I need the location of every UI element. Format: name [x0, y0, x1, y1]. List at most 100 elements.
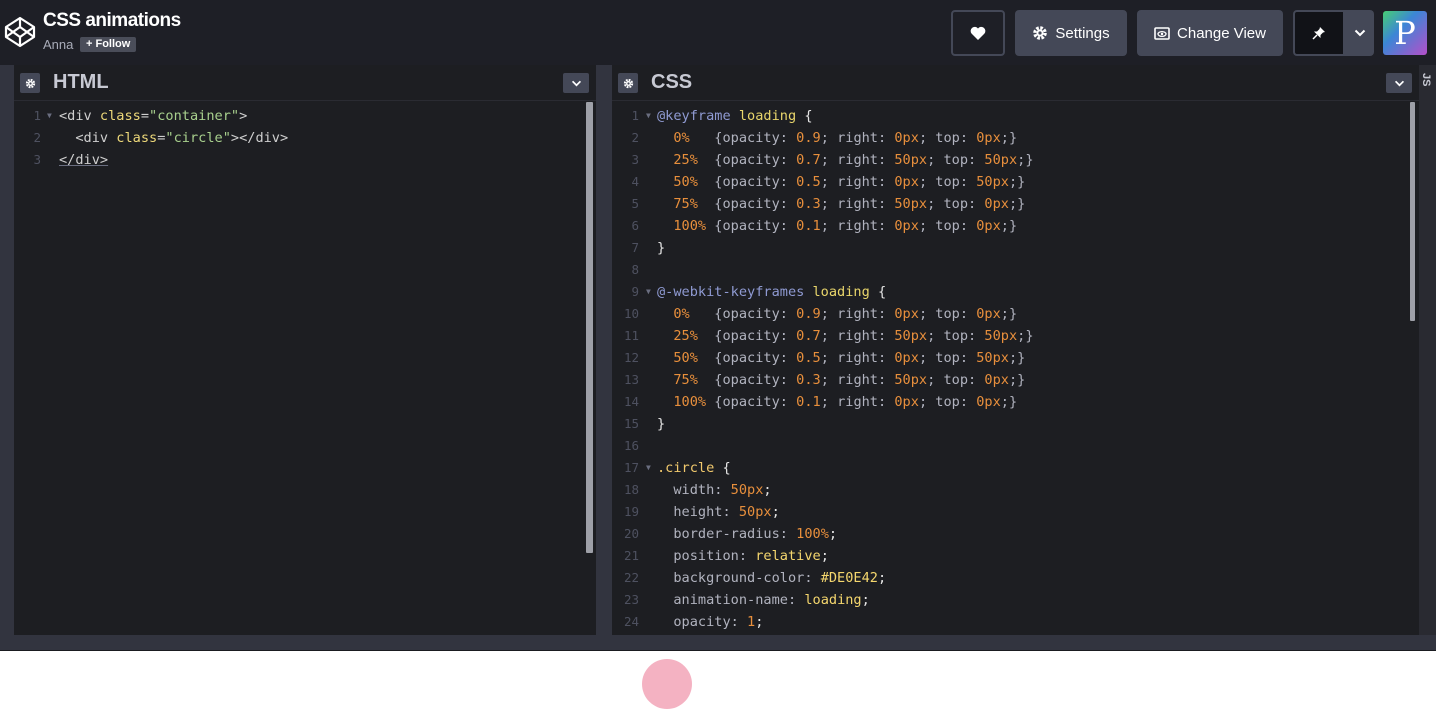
code-token: ;}: [1000, 218, 1018, 234]
code-token: ;}: [1017, 152, 1034, 168]
code-line[interactable]: 21 position: relative;: [612, 545, 1419, 567]
code-token: 1: [747, 614, 756, 630]
code-token: 50%: [657, 350, 715, 366]
css-code-editor[interactable]: 1 ▼ @keyframe loading {2 0% {opacity: 0.9;…: [612, 105, 1419, 633]
code-token: 50px: [976, 174, 1009, 190]
code-line[interactable]: 1 ▼ <div class="container">: [14, 105, 596, 127]
code-line[interactable]: 9 ▼ @-webkit-keyframes loading {: [612, 281, 1419, 303]
code-token: 50px: [738, 504, 772, 520]
code-line[interactable]: 23 animation-name: loading;: [612, 589, 1419, 611]
code-token: ; right:: [820, 152, 895, 168]
code-line[interactable]: 16: [612, 435, 1419, 457]
code-token: 0px: [894, 218, 919, 234]
code-token: @-webkit-keyframes: [657, 284, 813, 300]
html-settings-button[interactable]: [20, 73, 40, 93]
code-token: ; right:: [820, 350, 895, 366]
settings-button[interactable]: Settings: [1015, 10, 1127, 56]
code-line[interactable]: 13 75% {opacity: 0.3; right: 50px; top: …: [612, 369, 1419, 391]
code-token: 50px: [894, 372, 928, 388]
resize-bar[interactable]: [0, 635, 1436, 651]
settings-label: Settings: [1055, 24, 1110, 42]
code-line[interactable]: 19 height: 50px;: [612, 501, 1419, 523]
code-token: 0px: [894, 174, 919, 190]
code-token: ; right:: [820, 306, 895, 322]
code-token: 0px: [894, 350, 919, 366]
pin-button[interactable]: [1293, 10, 1345, 56]
user-avatar[interactable]: P: [1383, 11, 1427, 55]
pen-title[interactable]: CSS animations: [43, 10, 181, 32]
code-token: 0px: [894, 394, 919, 410]
line-number: 3: [33, 152, 41, 167]
code-token: 0px: [976, 394, 1001, 410]
code-text: @keyframe loading {: [657, 105, 813, 127]
code-token: @keyframe: [657, 108, 739, 124]
line-number: 6: [631, 218, 639, 233]
code-line[interactable]: 18 width: 50px;: [612, 479, 1419, 501]
code-line[interactable]: 15}: [612, 413, 1419, 435]
code-text: 0% {opacity: 0.9; right: 0px; top: 0px;}: [657, 303, 1017, 325]
change-view-button[interactable]: Change View: [1137, 10, 1283, 56]
html-code-editor[interactable]: 1 ▼ <div class="container"> 2 <div class="c…: [14, 105, 596, 171]
code-line[interactable]: 14 100% {opacity: 0.1; right: 0px; top: …: [612, 391, 1419, 413]
code-text: 0% {opacity: 0.9; right: 0px; top: 0px;}: [657, 127, 1017, 149]
code-token: <div: [59, 130, 117, 146]
line-number: 24: [623, 614, 639, 629]
code-line[interactable]: 4 50% {opacity: 0.5; right: 0px; top: 50…: [612, 171, 1419, 193]
code-line[interactable]: 10 0% {opacity: 0.9; right: 0px; top: 0p…: [612, 303, 1419, 325]
code-line[interactable]: 20 border-radius: 100%;: [612, 523, 1419, 545]
preview-pane: [0, 651, 1436, 720]
code-line[interactable]: 7}: [612, 237, 1419, 259]
code-line[interactable]: 2 0% {opacity: 0.9; right: 0px; top: 0px…: [612, 127, 1419, 149]
code-line[interactable]: 17 ▼ .circle {: [612, 457, 1419, 479]
js-pane-title[interactable]: JS: [1420, 73, 1432, 86]
codepen-logo-icon[interactable]: [4, 16, 36, 48]
line-number: 3: [631, 152, 639, 167]
pin-menu-button[interactable]: [1345, 10, 1374, 56]
js-pane-collapsed[interactable]: [1419, 65, 1436, 635]
gear-icon: [623, 78, 633, 88]
code-line[interactable]: 24 opacity: 1;: [612, 611, 1419, 633]
code-line[interactable]: 8: [612, 259, 1419, 281]
line-number: 2: [33, 130, 41, 145]
code-token: 0.7: [796, 328, 821, 344]
code-line[interactable]: 5 75% {opacity: 0.3; right: 50px; top: 0…: [612, 193, 1419, 215]
code-text: </div>: [59, 149, 108, 171]
like-button[interactable]: [951, 10, 1005, 56]
css-settings-button[interactable]: [618, 73, 638, 93]
chevron-down-icon: [1354, 29, 1365, 37]
code-line[interactable]: 3 </div>: [14, 149, 596, 171]
code-line[interactable]: 12 50% {opacity: 0.5; right: 0px; top: 5…: [612, 347, 1419, 369]
html-pane-menu-button[interactable]: [563, 73, 589, 93]
author-name[interactable]: Anna: [43, 37, 73, 52]
css-scrollbar[interactable]: [1410, 102, 1415, 321]
code-token: 0.3: [796, 196, 821, 212]
code-line[interactable]: 11 25% {opacity: 0.7; right: 50px; top: …: [612, 325, 1419, 347]
code-token: 0.9: [796, 306, 821, 322]
line-number: 2: [631, 130, 639, 145]
code-token: 50px: [984, 152, 1018, 168]
code-token: {opacity:: [714, 372, 797, 388]
line-number: 13: [623, 372, 639, 387]
code-line[interactable]: 1 ▼ @keyframe loading {: [612, 105, 1419, 127]
code-token: 0.5: [796, 350, 821, 366]
fold-arrow-icon[interactable]: ▼: [646, 105, 651, 127]
code-line[interactable]: 22 background-color: #DE0E42;: [612, 567, 1419, 589]
code-line[interactable]: 2 <div class="circle"></div>: [14, 127, 596, 149]
follow-button[interactable]: + Follow: [80, 37, 137, 52]
code-line[interactable]: 3 25% {opacity: 0.7; right: 50px; top: 5…: [612, 149, 1419, 171]
code-token: class: [99, 108, 141, 124]
code-token: ; top:: [918, 130, 977, 146]
line-number: 4: [631, 174, 639, 189]
html-scrollbar[interactable]: [586, 102, 593, 553]
code-line[interactable]: 6 100% {opacity: 0.1; right: 0px; top: 0…: [612, 215, 1419, 237]
code-token: ;: [755, 614, 764, 630]
code-token: "container": [149, 108, 240, 124]
fold-arrow-icon[interactable]: ▼: [646, 281, 651, 303]
css-pane-menu-button[interactable]: [1386, 73, 1412, 93]
html-pane-header: HTML: [14, 65, 596, 101]
fold-arrow-icon[interactable]: ▼: [47, 105, 52, 127]
code-token: 0px: [984, 196, 1009, 212]
code-token: 25%: [657, 328, 715, 344]
fold-arrow-icon[interactable]: ▼: [646, 457, 651, 479]
code-token: 25%: [657, 152, 715, 168]
